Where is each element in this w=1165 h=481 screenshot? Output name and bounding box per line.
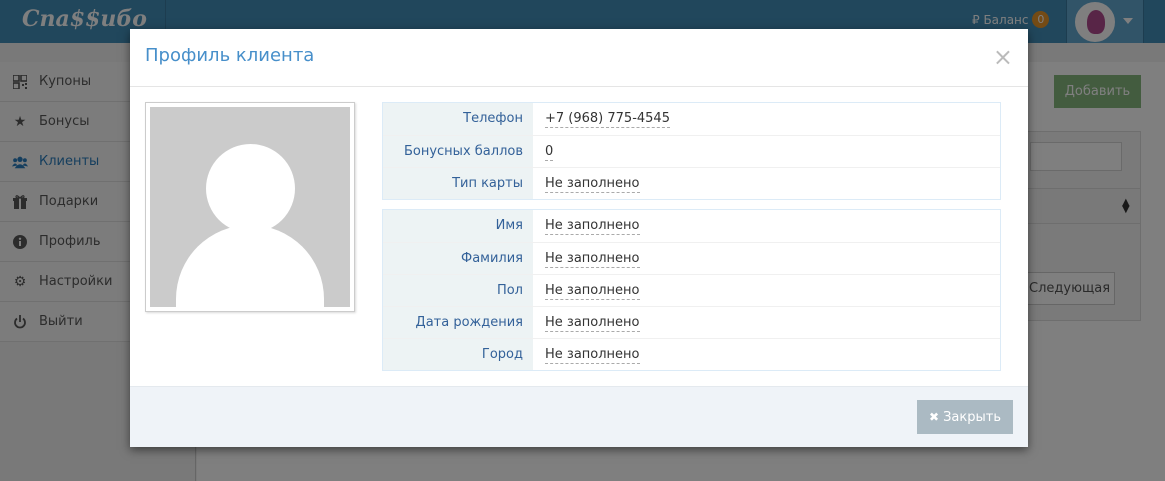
modal-footer: ✖ Закрыть <box>130 386 1028 447</box>
info-label: Пол <box>383 275 533 306</box>
info-label: Бонусных баллов <box>383 136 533 167</box>
info-row-city: Город Не заполнено <box>383 338 1000 370</box>
editable-value-gender[interactable]: Не заполнено <box>545 283 640 300</box>
client-profile-modal: Профиль клиента × Телефон +7 (968) 775-4… <box>130 29 1028 447</box>
modal-header: Профиль клиента × <box>130 29 1028 87</box>
editable-value-last-name[interactable]: Не заполнено <box>545 251 640 268</box>
editable-value-first-name[interactable]: Не заполнено <box>545 218 640 235</box>
close-button-label: Закрыть <box>943 410 1001 425</box>
info-row-gender: Пол Не заполнено <box>383 274 1000 306</box>
info-row-last-name: Фамилия Не заполнено <box>383 242 1000 274</box>
close-x-icon: ✖ <box>929 410 940 424</box>
editable-value-city[interactable]: Не заполнено <box>545 347 640 364</box>
editable-value-birth-date[interactable]: Не заполнено <box>545 315 640 332</box>
card-info-table: Телефон +7 (968) 775-4545 Бонусных балло… <box>382 102 1001 200</box>
info-label: Фамилия <box>383 243 533 274</box>
personal-info-table: Имя Не заполнено Фамилия Не заполнено По… <box>382 209 1001 371</box>
close-button[interactable]: ✖ Закрыть <box>917 400 1013 434</box>
editable-value-card-type[interactable]: Не заполнено <box>545 176 640 193</box>
info-row-first-name: Имя Не заполнено <box>383 210 1000 242</box>
close-icon[interactable]: × <box>993 45 1013 69</box>
info-row-bonus-points: Бонусных баллов 0 <box>383 135 1000 167</box>
client-photo <box>145 102 355 312</box>
info-row-card-type: Тип карты Не заполнено <box>383 167 1000 199</box>
avatar-placeholder-icon <box>150 107 350 307</box>
info-label: Город <box>383 339 533 370</box>
info-label: Телефон <box>383 103 533 135</box>
modal-title: Профиль клиента <box>145 45 315 66</box>
info-label: Тип карты <box>383 168 533 199</box>
info-row-birth-date: Дата рождения Не заполнено <box>383 306 1000 338</box>
editable-value-phone[interactable]: +7 (968) 775-4545 <box>545 111 670 128</box>
info-label: Имя <box>383 210 533 242</box>
info-label: Дата рождения <box>383 307 533 338</box>
info-row-phone: Телефон +7 (968) 775-4545 <box>383 103 1000 135</box>
editable-value-bonus-points[interactable]: 0 <box>545 144 554 161</box>
